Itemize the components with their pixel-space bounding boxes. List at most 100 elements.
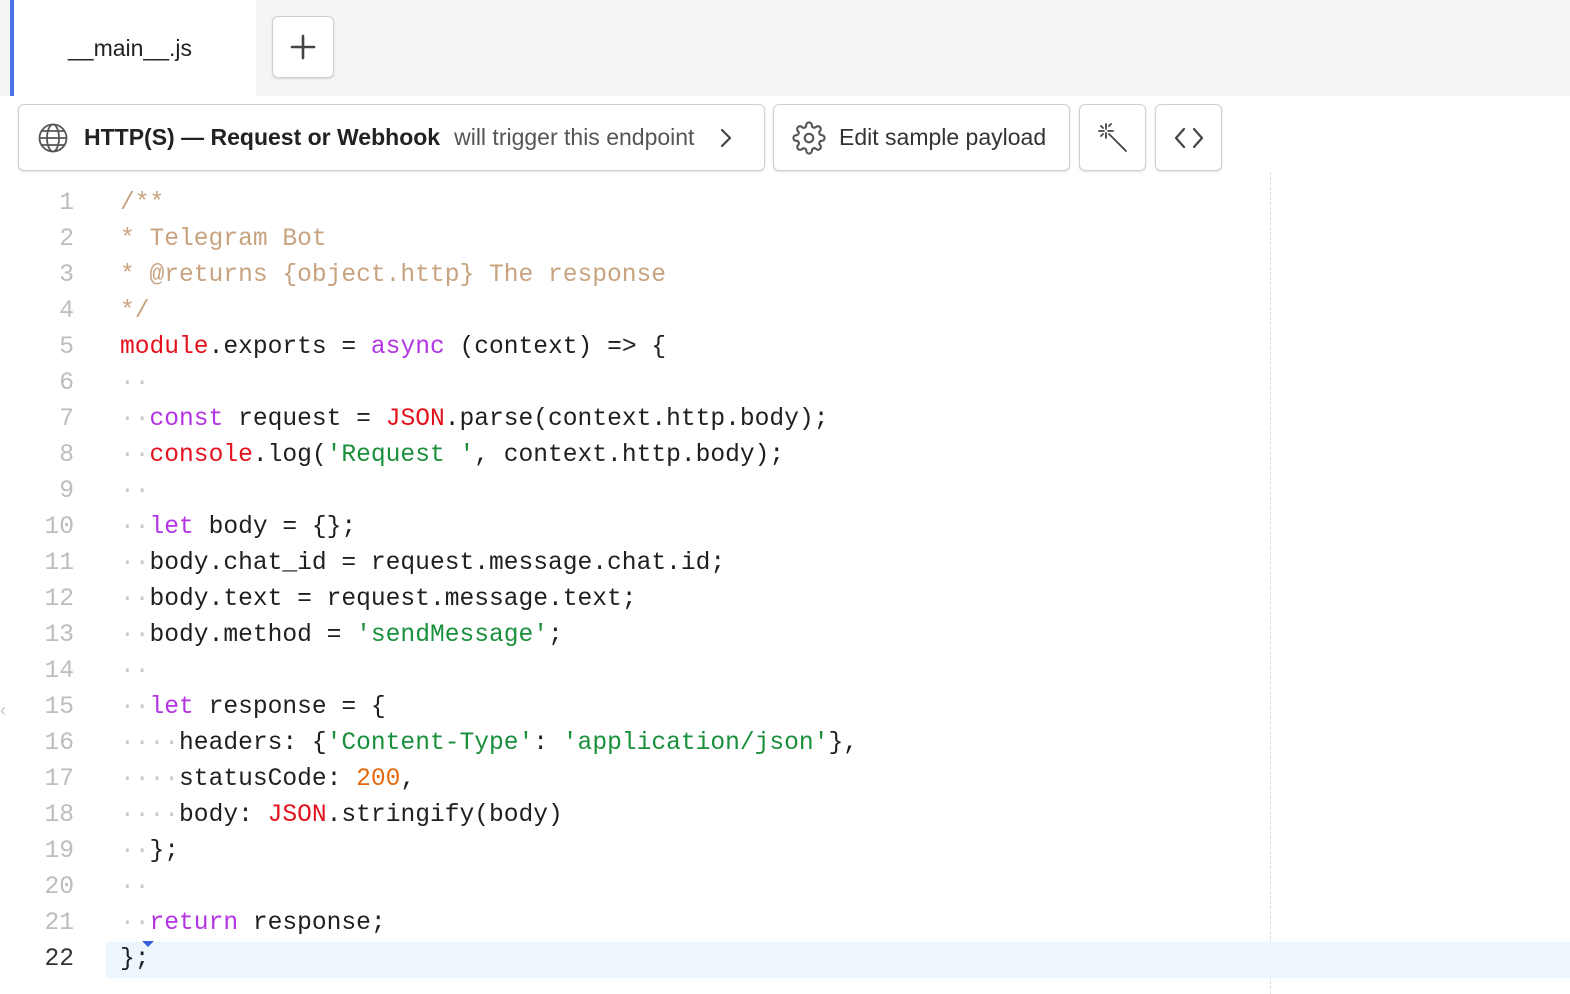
code-token: * @returns {object.http} The response <box>120 262 667 289</box>
code-token: ·· <box>120 622 150 649</box>
gear-icon <box>792 120 826 155</box>
code-line[interactable]: 10 ··let body = {}; <box>0 510 1570 546</box>
chevron-right-icon <box>721 128 732 147</box>
line-number: 6 <box>59 370 74 397</box>
code-line[interactable]: 22}; <box>0 941 1570 978</box>
trigger-suffix-label: will trigger this endpoint <box>454 124 695 150</box>
code-line[interactable]: 7 ··const request = JSON.parse(context.ht… <box>0 402 1570 438</box>
code-token: module <box>120 334 209 361</box>
edit-sample-payload-button[interactable]: Edit sample payload <box>773 104 1070 171</box>
code-line[interactable]: 19 ··}; <box>0 834 1570 870</box>
code-token: 'application/json' <box>562 730 829 757</box>
code-token: body = {}; <box>193 514 357 541</box>
code-token: ·· <box>120 550 150 577</box>
code-line[interactable]: 4 */ <box>0 294 1570 330</box>
code-token: * Telegram Bot <box>120 226 327 253</box>
code-text: * @returns {object.http} The response <box>120 258 666 294</box>
line-number: 5 <box>59 334 74 361</box>
plus-icon <box>290 34 316 60</box>
code-text: ··let response = { <box>120 690 386 726</box>
code-token: : <box>533 730 563 757</box>
code-line[interactable]: 20 ·· <box>0 870 1570 906</box>
code-token: let <box>149 694 194 721</box>
line-number: 14 <box>44 658 74 685</box>
code-text: ··body.chat_id = request.message.chat.id… <box>120 546 725 582</box>
line-number: 10 <box>44 514 74 541</box>
code-line[interactable]: 12 ··body.text = request.message.text; <box>0 582 1570 618</box>
code-view-button[interactable] <box>1155 104 1222 171</box>
code-text: ····headers: {'Content-Type': 'applicati… <box>120 726 858 762</box>
code-brackets-icon <box>1174 127 1203 148</box>
code-text: /** <box>120 186 164 222</box>
code-token: 'Request ' <box>326 442 475 469</box>
code-token: , <box>400 766 416 793</box>
code-line[interactable]: 5 module.exports = async (context) => { <box>0 330 1570 366</box>
code-text: ·· <box>120 654 150 690</box>
add-tab-button[interactable] <box>272 16 334 78</box>
globe-icon <box>38 123 68 152</box>
code-line[interactable]: 15 ··let response = { <box>0 690 1570 726</box>
code-token: ·· <box>120 694 150 721</box>
line-number: 2 <box>59 226 74 253</box>
line-number: 13 <box>44 622 74 649</box>
code-line[interactable]: 13 ··body.method = 'sendMessage'; <box>0 618 1570 654</box>
code-token: const <box>149 406 224 433</box>
code-line[interactable]: 9 ·· <box>0 474 1570 510</box>
code-text: ····statusCode: 200, <box>120 762 415 798</box>
edit-sample-payload-label: Edit sample payload <box>839 124 1047 150</box>
code-token: JSON <box>385 406 445 433</box>
line-number: 4 <box>59 298 74 325</box>
code-token: ; <box>548 622 563 649</box>
line-number: 9 <box>59 478 74 505</box>
code-token: ···· <box>120 766 180 793</box>
line-number: 22 <box>44 946 74 973</box>
code-token: }, <box>828 730 858 757</box>
code-text: ·· <box>120 366 150 402</box>
tab-label: __main__.js <box>67 34 193 61</box>
code-token: statusCode: <box>179 766 357 793</box>
code-text: ··body.method = 'sendMessage'; <box>120 618 563 654</box>
code-text: ·· <box>120 474 150 510</box>
code-text: }; <box>120 942 150 978</box>
line-number: 7 <box>59 406 74 433</box>
code-line[interactable]: 21 ··return response; <box>0 906 1570 942</box>
code-line[interactable]: 2 * Telegram Bot <box>0 222 1570 258</box>
magic-wand-button[interactable] <box>1079 104 1146 171</box>
code-line[interactable]: 8 ··console.log('Request ', context.http.… <box>0 438 1570 474</box>
code-line[interactable]: 17 ····statusCode: 200, <box>0 762 1570 798</box>
line-number: 17 <box>44 766 74 793</box>
code-editor[interactable]: 1 /** 2 * Telegram Bot 3 * @returns {object.h… <box>0 186 1570 994</box>
trigger-button[interactable]: HTTP(S) — Request or Webhook will trigge… <box>18 104 765 171</box>
code-token: ·· <box>120 514 150 541</box>
code-line[interactable]: 16 ····headers: {'Content-Type': 'applica… <box>0 726 1570 762</box>
code-token: .log( <box>252 442 327 469</box>
code-token: JSON <box>267 802 327 829</box>
code-token: response; <box>238 910 386 937</box>
tab-bar: __main__.js <box>0 0 1570 96</box>
code-line[interactable]: 6 ·· <box>0 366 1570 402</box>
code-token: ·· <box>120 874 150 901</box>
code-token: ·· <box>120 910 150 937</box>
code-token: /** <box>120 190 165 217</box>
code-token: }; <box>149 838 180 865</box>
code-line[interactable]: 11 ··body.chat_id = request.message.chat.… <box>0 546 1570 582</box>
code-line[interactable]: 3 * @returns {object.http} The response <box>0 258 1570 294</box>
tab-main-js[interactable]: __main__.js <box>14 0 256 96</box>
code-token: }; <box>120 946 150 973</box>
code-text: ··body.text = request.message.text; <box>120 582 637 618</box>
code-text: ··}; <box>120 834 179 870</box>
code-text: ····body: JSON.stringify(body) <box>120 798 563 834</box>
code-line[interactable]: 1 /** <box>0 186 1570 222</box>
code-token: let <box>149 514 194 541</box>
cursor-marker <box>142 941 154 947</box>
code-token: ·· <box>120 586 150 613</box>
line-number: 11 <box>44 550 74 577</box>
magic-wand-icon <box>1097 122 1127 152</box>
code-line[interactable]: 14 ·· <box>0 654 1570 690</box>
code-text: ··const request = JSON.parse(context.htt… <box>120 402 828 438</box>
trigger-type-label: HTTP(S) — Request or Webhook <box>84 124 441 150</box>
code-line[interactable]: 18 ····body: JSON.stringify(body) <box>0 798 1570 834</box>
code-token: .parse(context.http.body); <box>444 406 829 433</box>
code-token: headers: { <box>179 730 327 757</box>
code-text: ··return response; <box>120 906 386 942</box>
